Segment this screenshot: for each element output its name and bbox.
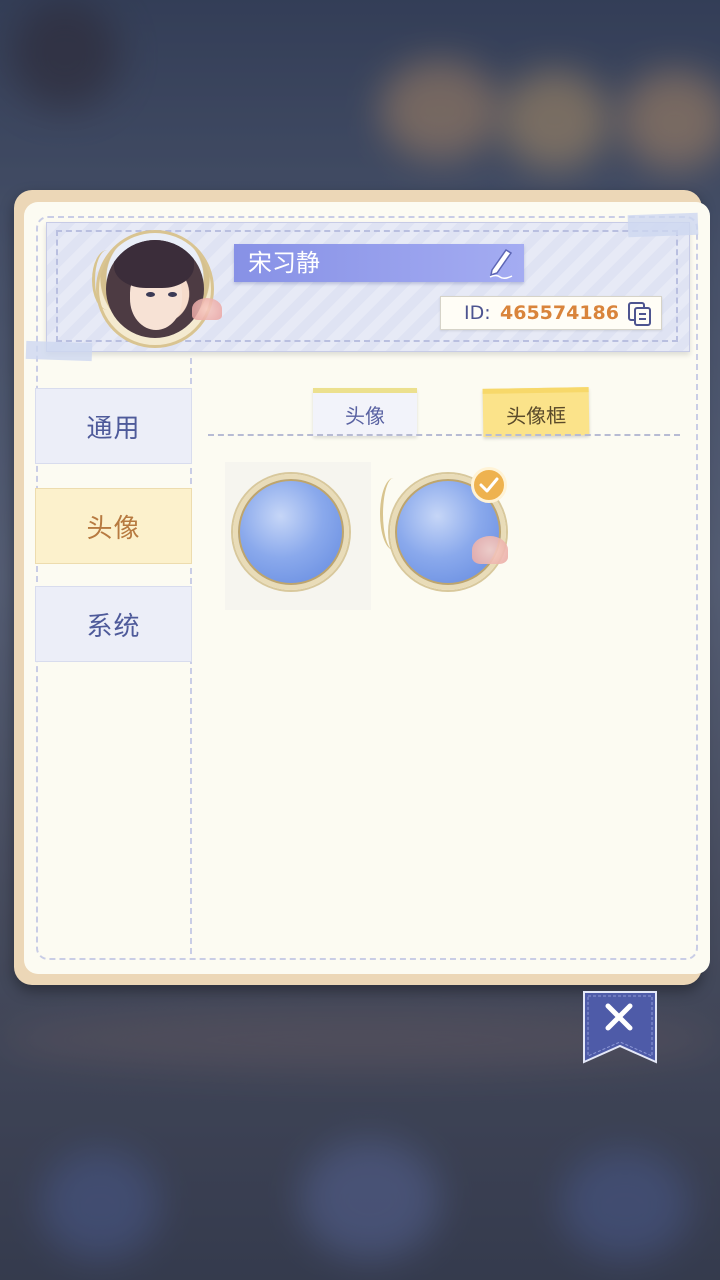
id-label: ID: bbox=[464, 302, 491, 324]
tab-avatar[interactable]: 头像 bbox=[313, 388, 417, 436]
tab-label: 头像 bbox=[345, 404, 385, 428]
jellyfish-ornament-icon bbox=[472, 536, 508, 564]
nav-item-label: 通用 bbox=[86, 413, 141, 444]
tab-underline bbox=[208, 434, 680, 436]
tape-decoration bbox=[25, 340, 93, 362]
selected-check-icon bbox=[471, 467, 507, 503]
nav-item-general[interactable]: 通用 bbox=[35, 388, 192, 464]
close-button[interactable] bbox=[582, 990, 658, 1064]
nav-item-system[interactable]: 系统 bbox=[35, 586, 192, 662]
player-name: 宋习静 bbox=[248, 249, 320, 277]
tab-avatar-frame[interactable]: 头像框 bbox=[482, 387, 590, 437]
leaf-ornament-icon bbox=[380, 478, 407, 550]
avatar[interactable] bbox=[92, 214, 232, 348]
leaf-ornament-icon bbox=[92, 250, 123, 310]
frame-preview bbox=[233, 474, 349, 590]
frame-option-plain[interactable] bbox=[225, 462, 371, 610]
nav-item-avatar[interactable]: 头像 bbox=[35, 488, 192, 564]
tab-label: 头像框 bbox=[505, 403, 567, 429]
edit-pencil-icon[interactable] bbox=[486, 244, 516, 280]
nav-item-label: 系统 bbox=[86, 611, 141, 642]
nav-item-label: 头像 bbox=[86, 513, 141, 544]
tape-decoration bbox=[627, 212, 699, 238]
jellyfish-ornament-icon bbox=[192, 298, 222, 320]
id-value: 465574186 bbox=[500, 302, 619, 324]
copy-icon[interactable] bbox=[626, 300, 654, 328]
